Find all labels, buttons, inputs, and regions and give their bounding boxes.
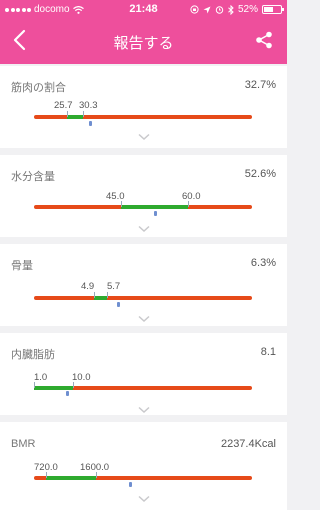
- header-bar: docomo 21:48 52% 報告する: [0, 0, 287, 64]
- range-tick: [188, 201, 189, 207]
- range-tick: [73, 382, 74, 388]
- metric-label: BMR: [11, 438, 36, 450]
- range-bar: [34, 205, 252, 209]
- normal-range: [46, 476, 96, 480]
- metric-value: 8.1: [260, 346, 276, 358]
- page-title: 報告する: [113, 35, 174, 52]
- range-tick: [34, 382, 35, 388]
- metric-label: 筋肉の割合: [11, 82, 66, 94]
- high-threshold: 10.0: [72, 372, 91, 383]
- chevron-down-icon[interactable]: [138, 133, 150, 141]
- bluetooth-icon: [228, 4, 234, 15]
- chevron-down-icon[interactable]: [138, 225, 150, 233]
- orientation-lock-icon: [190, 5, 199, 14]
- range-tick: [107, 292, 108, 298]
- range-tick: [46, 472, 47, 478]
- high-threshold: 60.0: [182, 191, 201, 202]
- metric-value: 52.6%: [244, 168, 276, 180]
- range-bar: [34, 386, 252, 390]
- metric-value: 32.7%: [244, 79, 276, 91]
- nav-bar: 報告する: [0, 20, 287, 64]
- value-marker: [66, 391, 69, 396]
- value-marker: [89, 121, 92, 126]
- low-threshold: 25.7: [54, 100, 73, 111]
- chevron-down-icon[interactable]: [138, 315, 150, 323]
- metric-card: 水分含量 52.6% 45.0 60.0: [0, 155, 287, 237]
- high-threshold: 5.7: [107, 281, 121, 292]
- battery-percent: 52%: [237, 4, 258, 15]
- value-marker: [129, 482, 132, 487]
- range-tick: [96, 472, 97, 478]
- battery-icon: [262, 5, 284, 14]
- metric-card: 内臓脂肪 8.1 1.0 10.0: [0, 333, 287, 415]
- chevron-down-icon[interactable]: [138, 495, 150, 503]
- high-threshold: 30.3: [79, 100, 98, 111]
- low-threshold: 1.0: [34, 372, 48, 383]
- normal-range: [94, 296, 107, 300]
- range-tick: [67, 111, 68, 117]
- range-bar: [34, 476, 252, 480]
- metric-label: 水分含量: [11, 171, 55, 183]
- range-tick: [121, 201, 122, 207]
- alarm-icon: [215, 6, 224, 14]
- range-tick: [94, 292, 95, 298]
- metric-card: BMR 2237.4Kcal 720.0 1600.0: [0, 422, 287, 510]
- metric-card: 筋肉の割合 32.7% 25.7 30.3: [0, 66, 287, 148]
- range-bar: [34, 296, 252, 300]
- normal-range: [67, 115, 83, 119]
- location-icon: [203, 6, 211, 13]
- share-icon[interactable]: [255, 31, 273, 49]
- metric-value: 2237.4Kcal: [220, 438, 276, 450]
- metric-label: 骨量: [11, 260, 33, 272]
- chevron-down-icon[interactable]: [138, 406, 150, 414]
- low-threshold: 4.9: [81, 281, 95, 292]
- high-threshold: 1600.0: [80, 462, 110, 473]
- value-marker: [117, 302, 120, 307]
- status-bar: docomo 21:48 52%: [0, 0, 287, 20]
- metric-value: 6.3%: [250, 257, 276, 269]
- normal-range: [121, 205, 188, 209]
- value-marker: [154, 211, 157, 216]
- metric-label: 内臓脂肪: [11, 349, 55, 361]
- range-tick: [83, 111, 84, 117]
- normal-range: [34, 386, 73, 390]
- metric-card: 骨量 6.3% 4.9 5.7: [0, 244, 287, 326]
